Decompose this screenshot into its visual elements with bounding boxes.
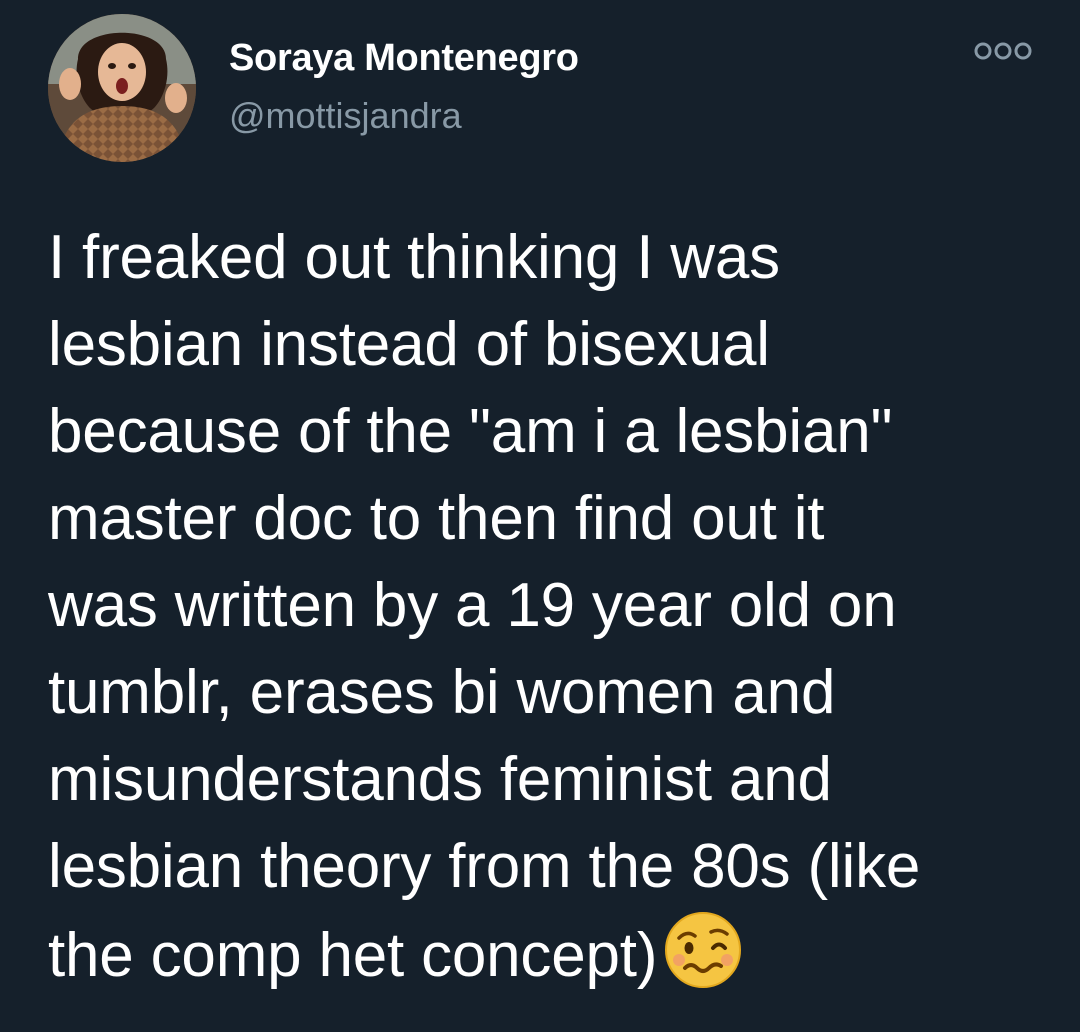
more-options-icon xyxy=(974,42,1032,60)
display-name[interactable]: Soraya Montenegro xyxy=(229,37,579,80)
tweet-text: I freaked out thinking I was lesbian ins… xyxy=(48,214,1058,999)
tweet-card: Soraya Montenegro @mottisjandra I freake… xyxy=(0,0,1080,1032)
user-handle[interactable]: @mottisjandra xyxy=(229,95,462,137)
woozy-face-icon xyxy=(665,912,742,988)
avatar[interactable] xyxy=(48,14,196,162)
tweet-body: I freaked out thinking I was lesbian ins… xyxy=(48,223,921,990)
more-options-button[interactable] xyxy=(970,36,1036,66)
avatar-image xyxy=(48,14,196,162)
